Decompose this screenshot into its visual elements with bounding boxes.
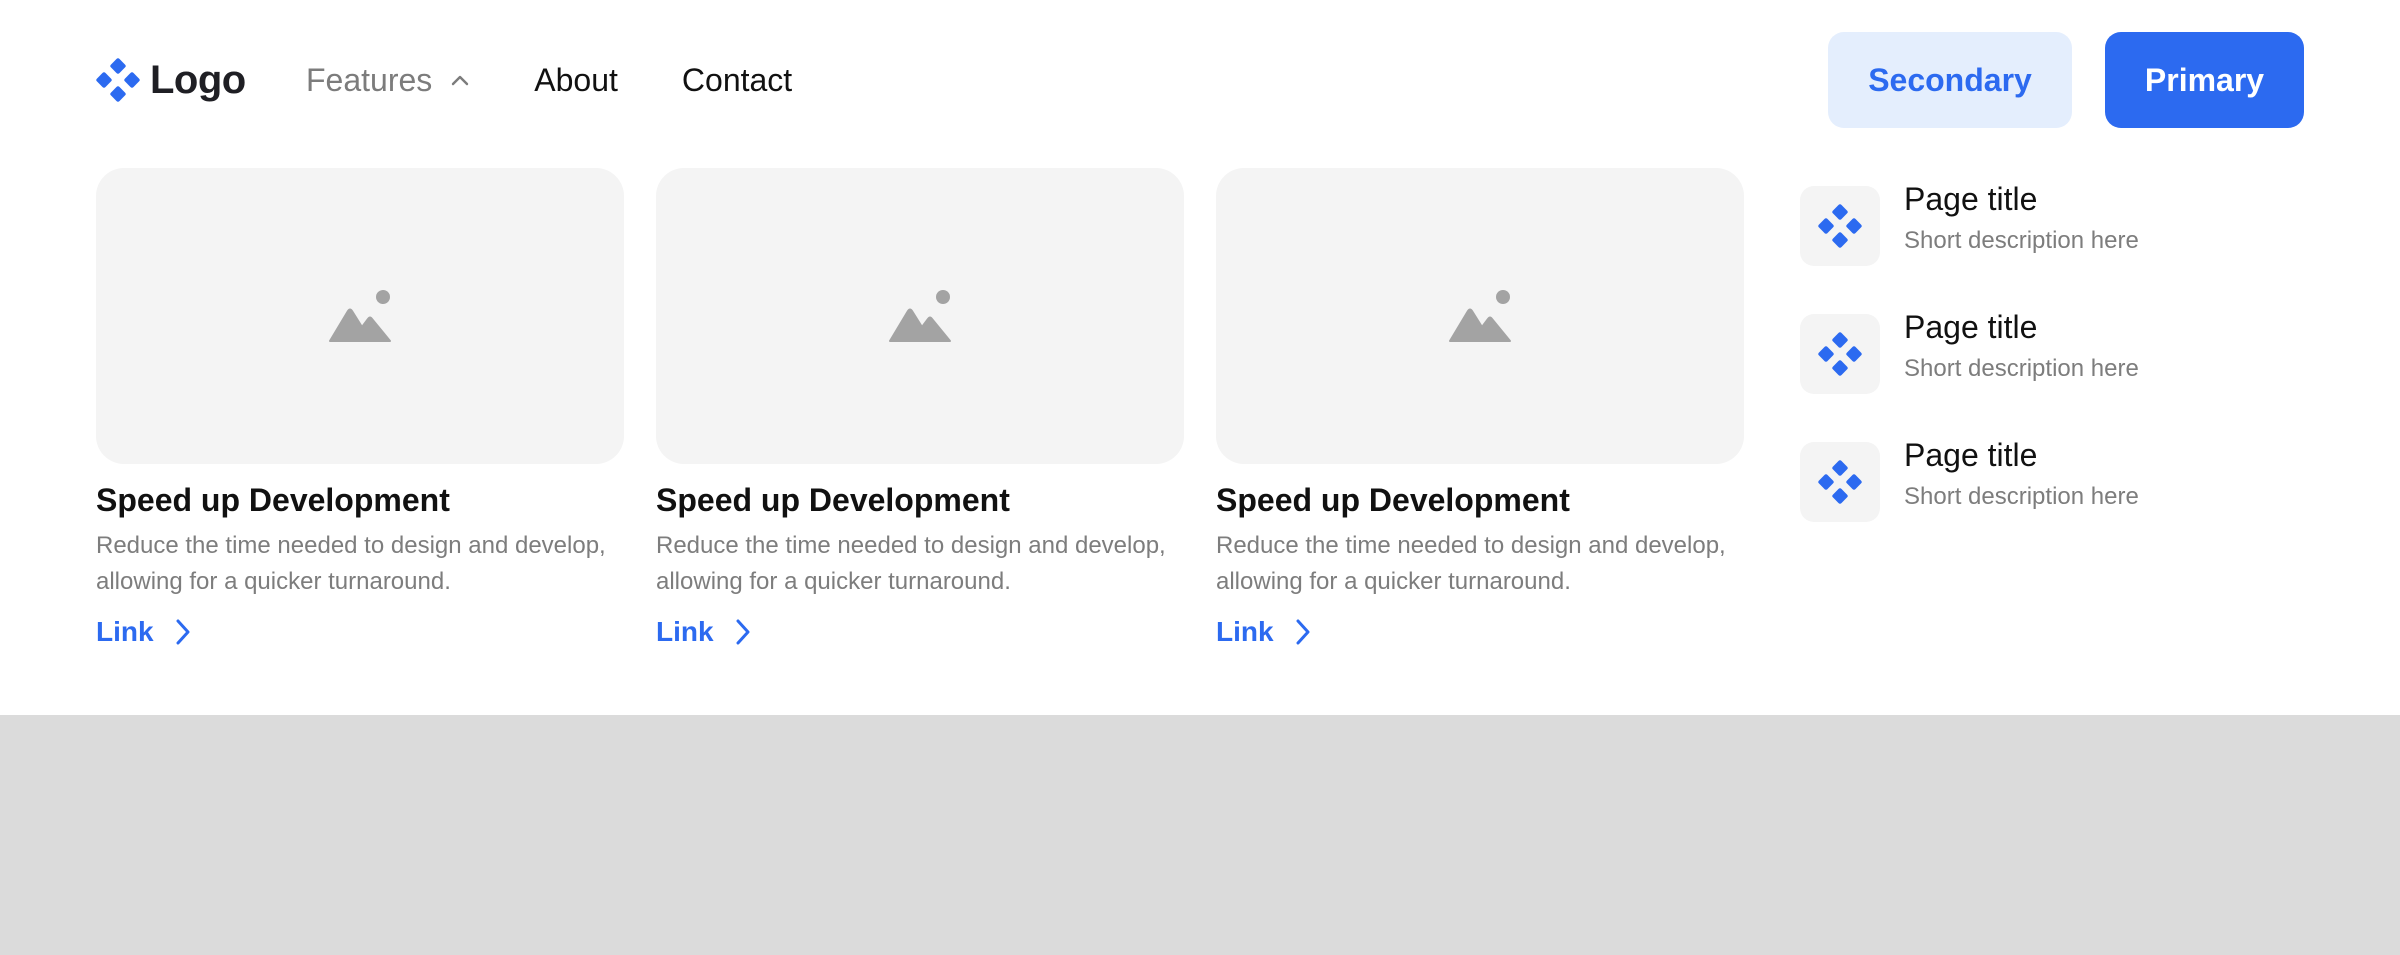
nav-item-contact[interactable]: Contact — [682, 62, 792, 99]
page-description: Short description here — [1904, 483, 2139, 510]
primary-button[interactable]: Primary — [2105, 32, 2304, 128]
page-description: Short description here — [1904, 227, 2139, 254]
image-placeholder-icon — [329, 290, 391, 342]
chevron-right-icon — [1296, 619, 1310, 645]
feature-card: Speed up Development Reduce the time nee… — [96, 168, 624, 652]
chevron-up-icon — [452, 75, 469, 86]
card-image-placeholder — [1216, 168, 1744, 464]
main-nav: Features About Contact — [306, 56, 792, 104]
page-list-item[interactable]: Page title Short description here — [1800, 181, 2360, 314]
feature-card: Speed up Development Reduce the time nee… — [1216, 168, 1744, 652]
card-image-placeholder — [96, 168, 624, 464]
card-link[interactable]: Link — [656, 612, 752, 652]
card-description: Reduce the time needed to design and dev… — [96, 532, 606, 595]
logo-diamond-icon — [1818, 460, 1862, 504]
card-title: Speed up Development — [96, 482, 450, 518]
card-link-label: Link — [96, 616, 154, 647]
nav-item-label: About — [534, 61, 618, 98]
page-description: Short description here — [1904, 355, 2139, 382]
page-icon-tile — [1800, 314, 1880, 394]
nav-item-about[interactable]: About — [534, 62, 618, 99]
card-title: Speed up Development — [656, 482, 1010, 518]
card-description: Reduce the time needed to design and dev… — [1216, 532, 1726, 595]
nav-item-label: Features — [306, 61, 433, 98]
page-title: Page title — [1904, 309, 2038, 345]
nav-item-features[interactable]: Features — [306, 62, 470, 99]
card-link-label: Link — [656, 616, 714, 647]
card-link[interactable]: Link — [96, 612, 192, 652]
card-title: Speed up Development — [1216, 482, 1570, 518]
page-list-item[interactable]: Page title Short description here — [1800, 309, 2360, 442]
page-list: Page title Short description here Page t… — [1800, 181, 2360, 570]
page-icon-tile — [1800, 442, 1880, 522]
logo[interactable]: Logo — [96, 56, 246, 104]
features-mega-menu-panel: Logo Features About Contact Secondary Pr… — [0, 0, 2400, 715]
chevron-right-icon — [176, 619, 190, 645]
logo-diamond-icon — [96, 58, 140, 102]
secondary-button[interactable]: Secondary — [1828, 32, 2072, 128]
chevron-right-icon — [736, 619, 750, 645]
logo-text: Logo — [150, 57, 246, 102]
nav-item-label: Contact — [681, 61, 793, 98]
page-list-item[interactable]: Page title Short description here — [1800, 437, 2360, 570]
page-title: Page title — [1904, 437, 2038, 473]
logo-diamond-icon — [1818, 204, 1862, 248]
logo-diamond-icon — [1818, 332, 1862, 376]
page-icon-tile — [1800, 186, 1880, 266]
card-description: Reduce the time needed to design and dev… — [656, 532, 1166, 595]
card-image-placeholder — [656, 168, 1184, 464]
card-link-label: Link — [1216, 616, 1274, 647]
card-link[interactable]: Link — [1216, 612, 1312, 652]
image-placeholder-icon — [1449, 290, 1511, 342]
page-backdrop — [0, 715, 2400, 955]
image-placeholder-icon — [889, 290, 951, 342]
page-title: Page title — [1904, 181, 2038, 217]
feature-card: Speed up Development Reduce the time nee… — [656, 168, 1184, 652]
